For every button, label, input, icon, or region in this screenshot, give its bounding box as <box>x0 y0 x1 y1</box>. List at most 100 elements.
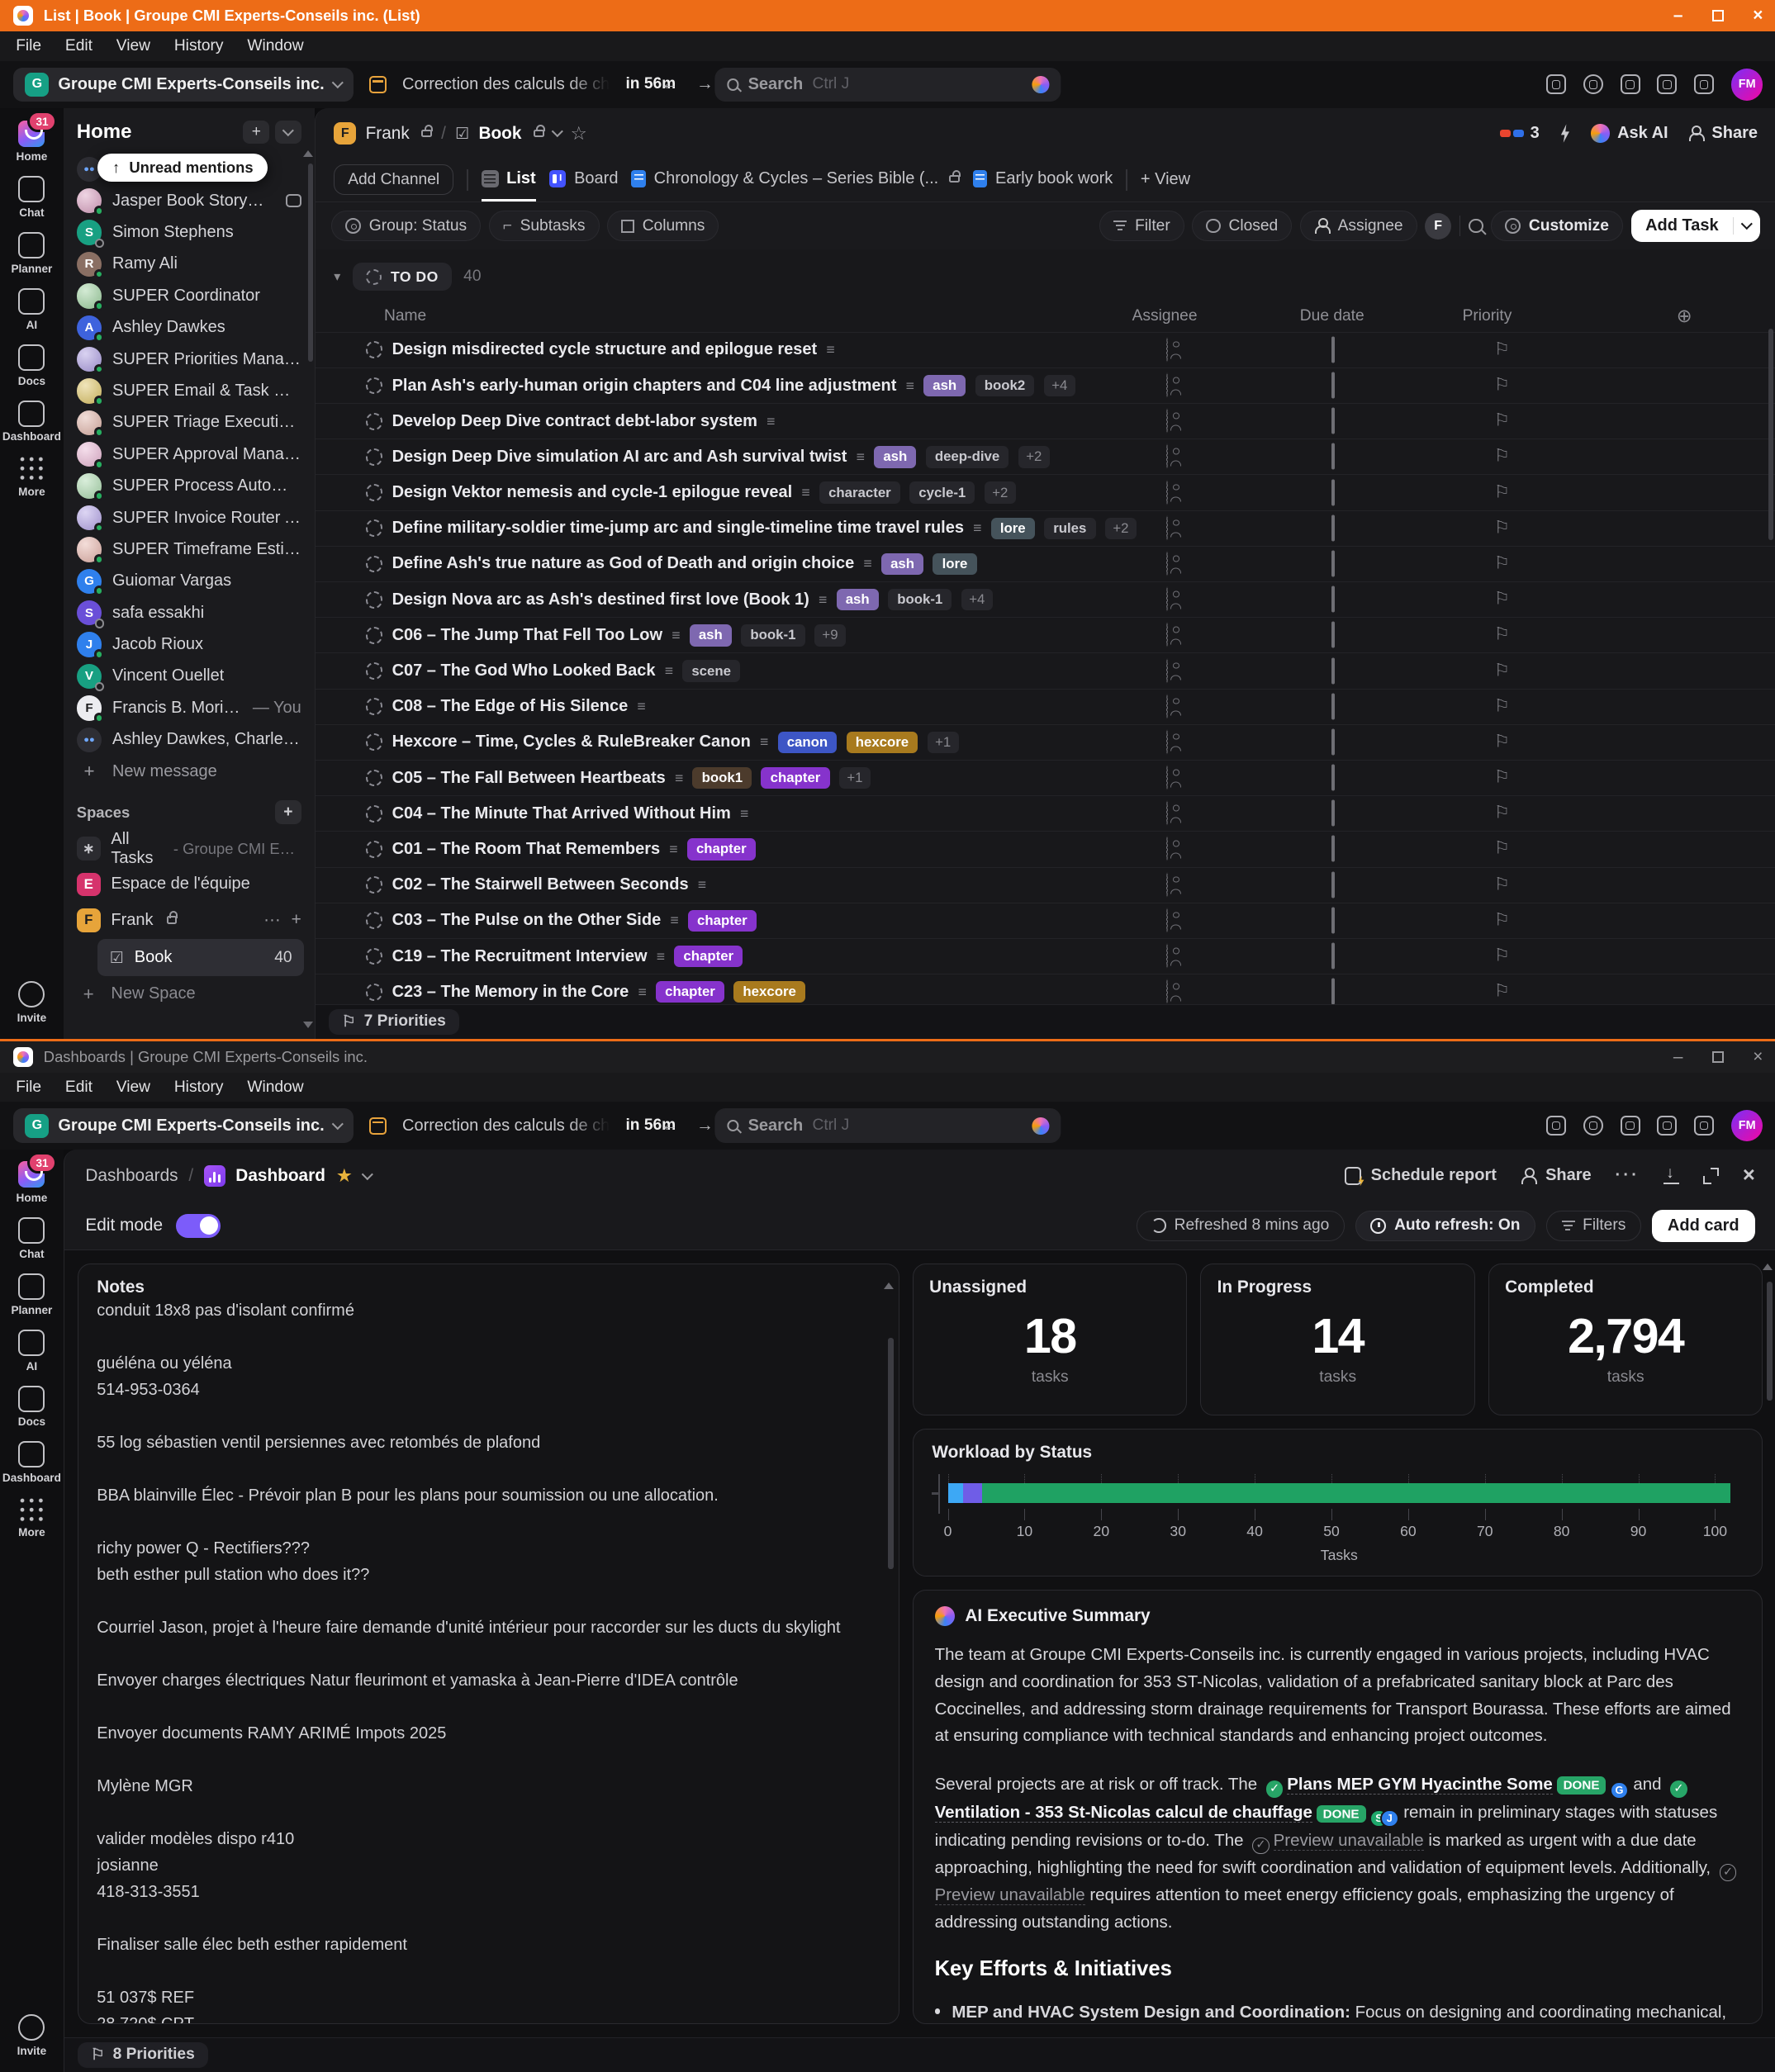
task-row[interactable]: Define military-soldier time-jump arc an… <box>316 510 1775 546</box>
assignee-cell[interactable] <box>1166 659 1168 683</box>
download-icon[interactable] <box>1663 1168 1679 1185</box>
priority-flag-cell[interactable]: ⚐ <box>1494 662 1510 680</box>
task-status-icon[interactable] <box>366 805 383 823</box>
task-name[interactable]: C06 – The Jump That Fell Too Low <box>392 626 662 645</box>
task-row[interactable]: C05 – The Fall Between Heartbeats≡book1c… <box>316 760 1775 795</box>
due-date-cell[interactable] <box>1331 802 1335 826</box>
notes-card[interactable]: Notes conduit 18x8 pas d'isolant confirm… <box>78 1264 899 2025</box>
task-row[interactable]: C19 – The Recruitment Interview≡chapter⚐ <box>316 938 1775 974</box>
task-row[interactable]: Design misdirected cycle structure and e… <box>316 332 1775 367</box>
tag-character[interactable]: character <box>819 481 900 503</box>
tab-board[interactable]: Board <box>549 159 619 202</box>
add-task-chevron[interactable] <box>1733 217 1760 235</box>
group-status-button[interactable]: Group: Status <box>331 211 481 241</box>
tag-book2[interactable]: book2 <box>975 375 1035 396</box>
assignee-cell[interactable] <box>1166 695 1168 718</box>
edit-mode-toggle[interactable] <box>176 1214 221 1238</box>
space-badge[interactable]: F <box>334 122 356 145</box>
task-row[interactable]: Hexcore – Time, Cycles & RuleBreaker Can… <box>316 724 1775 760</box>
rail-item-chat[interactable]: Chat <box>0 169 64 225</box>
due-date-cell[interactable] <box>1331 481 1335 505</box>
unread-mentions-pill[interactable]: ↑Unread mentions <box>97 154 268 183</box>
workspace-switcher[interactable]: G Groupe CMI Experts-Conseils inc. <box>13 68 354 102</box>
due-date-cell[interactable] <box>1331 374 1335 398</box>
priority-flag-cell[interactable]: ⚐ <box>1494 912 1510 929</box>
sidebar-item-dm[interactable]: SSimon Stephens <box>64 216 315 248</box>
task-status-icon[interactable] <box>366 627 383 644</box>
task-row[interactable]: Plan Ash's early-human origin chapters a… <box>316 367 1775 403</box>
tag-hexcore[interactable]: hexcore <box>847 732 918 753</box>
task-row[interactable]: Design Vektor nemesis and cycle-1 epilog… <box>316 474 1775 510</box>
maximize-button[interactable] <box>1712 1051 1724 1063</box>
due-date-cell[interactable] <box>1331 516 1335 540</box>
task-name[interactable]: C07 – The God Who Looked Back <box>392 661 656 680</box>
rail-item-docs[interactable]: Docs <box>0 1379 64 1435</box>
sidebar-item-dm[interactable]: VVincent Ouellet <box>64 661 315 692</box>
task-status-icon[interactable] <box>366 519 383 537</box>
add-task-button[interactable]: Add Task <box>1631 210 1761 242</box>
more-tags-chip[interactable]: +4 <box>1044 375 1075 396</box>
assignee-cell[interactable] <box>1166 730 1168 754</box>
refreshed-pill[interactable]: Refreshed 8 mins ago <box>1137 1211 1345 1241</box>
chevron-down-icon[interactable] <box>362 1169 373 1180</box>
breadcrumb-space[interactable]: Frank <box>366 124 410 144</box>
breadcrumb-dashboard[interactable]: Dashboard <box>235 1166 325 1186</box>
dashboard-scrollbar[interactable] <box>1767 1282 1772 1401</box>
add-view-button[interactable]: + View <box>1141 170 1190 189</box>
stat-card-unassigned[interactable]: Unassigned18tasks <box>913 1264 1187 1415</box>
event-title[interactable]: Correction des calculs de ch <box>402 1117 610 1136</box>
new-space-button[interactable]: + New Space <box>64 976 315 1012</box>
due-date-cell[interactable] <box>1331 695 1335 718</box>
sidebar-item-dm[interactable]: SUPER Approval Manager <box>64 439 315 470</box>
due-date-cell[interactable] <box>1331 552 1335 576</box>
due-date-cell[interactable] <box>1331 730 1335 754</box>
help-icon[interactable] <box>1657 74 1677 94</box>
menu-edit[interactable]: Edit <box>65 1079 93 1097</box>
task-status-icon[interactable] <box>366 448 383 466</box>
priority-flag-cell[interactable]: ⚐ <box>1494 448 1510 466</box>
rail-item-ai[interactable]: AI <box>0 1323 64 1379</box>
add-card-button[interactable]: Add card <box>1652 1210 1755 1242</box>
titlebar-list[interactable]: List | Book | Groupe CMI Experts-Conseil… <box>0 0 1775 31</box>
assignee-cell[interactable] <box>1166 516 1168 540</box>
assignee-cell[interactable] <box>1166 445 1168 469</box>
filters-button[interactable]: Filters <box>1546 1211 1641 1241</box>
task-status-icon[interactable] <box>366 984 383 1001</box>
task-name[interactable]: C05 – The Fall Between Heartbeats <box>392 769 666 788</box>
breadcrumb-list[interactable]: Book <box>478 124 521 144</box>
due-date-cell[interactable] <box>1331 908 1335 932</box>
assignee-cell[interactable] <box>1166 410 1168 434</box>
task-name[interactable]: Design Nova arc as Ash's destined first … <box>392 590 809 609</box>
priority-flag-cell[interactable]: ⚐ <box>1494 519 1510 537</box>
rail-item-more[interactable]: More <box>0 449 64 504</box>
tag-book-1[interactable]: book-1 <box>888 589 952 610</box>
assignee-cell[interactable] <box>1166 552 1168 576</box>
notes-body[interactable]: conduit 18x8 pas d'isolant confirméguélé… <box>97 1297 880 2025</box>
tag-chapter[interactable]: chapter <box>674 946 743 967</box>
sidebar-item-dm[interactable]: GGuiomar Vargas <box>64 566 315 597</box>
assignee-cell[interactable] <box>1166 338 1168 362</box>
closed-button[interactable]: Closed <box>1192 211 1292 241</box>
add-space-button[interactable]: + <box>275 800 301 824</box>
task-row[interactable]: Develop Deep Dive contract debt-labor sy… <box>316 403 1775 439</box>
titlebar-dashboard[interactable]: Dashboards | Groupe CMI Experts-Conseils… <box>0 1041 1775 1073</box>
tag-cycle-1[interactable]: cycle-1 <box>909 481 975 503</box>
sidebar-item-espace-equipe[interactable]: E Espace de l'équipe <box>64 866 315 902</box>
task-name[interactable]: C04 – The Minute That Arrived Without Hi… <box>392 804 731 823</box>
sidebar-item-frank[interactable]: F Frank ···+ <box>64 903 315 938</box>
due-date-cell[interactable] <box>1331 837 1335 861</box>
task-name[interactable]: Define military-soldier time-jump arc an… <box>392 519 964 538</box>
tag-ash[interactable]: ash <box>874 446 916 467</box>
task-row[interactable]: C02 – The Stairwell Between Seconds≡⚐ <box>316 867 1775 903</box>
video-icon[interactable] <box>1621 1116 1640 1136</box>
minimize-button[interactable]: – <box>1673 6 1683 26</box>
ask-ai-button[interactable]: Ask AI <box>1591 124 1668 143</box>
more-tags-chip[interactable]: +2 <box>1105 518 1137 539</box>
task-link[interactable]: Ventilation - 353 St-Nicolas calcul de c… <box>935 1803 1312 1823</box>
rail-item-dashboard[interactable]: Dashboard <box>0 1434 64 1491</box>
close-button[interactable]: × <box>1753 1047 1763 1067</box>
menu-file[interactable]: File <box>16 1079 41 1097</box>
add-channel-button[interactable]: Add Channel <box>334 164 453 195</box>
sidebar-item-all-tasks[interactable]: ∗ All Tasks - Groupe CMI Experts... <box>64 831 315 866</box>
column-assignee[interactable]: Assignee <box>1132 307 1198 325</box>
